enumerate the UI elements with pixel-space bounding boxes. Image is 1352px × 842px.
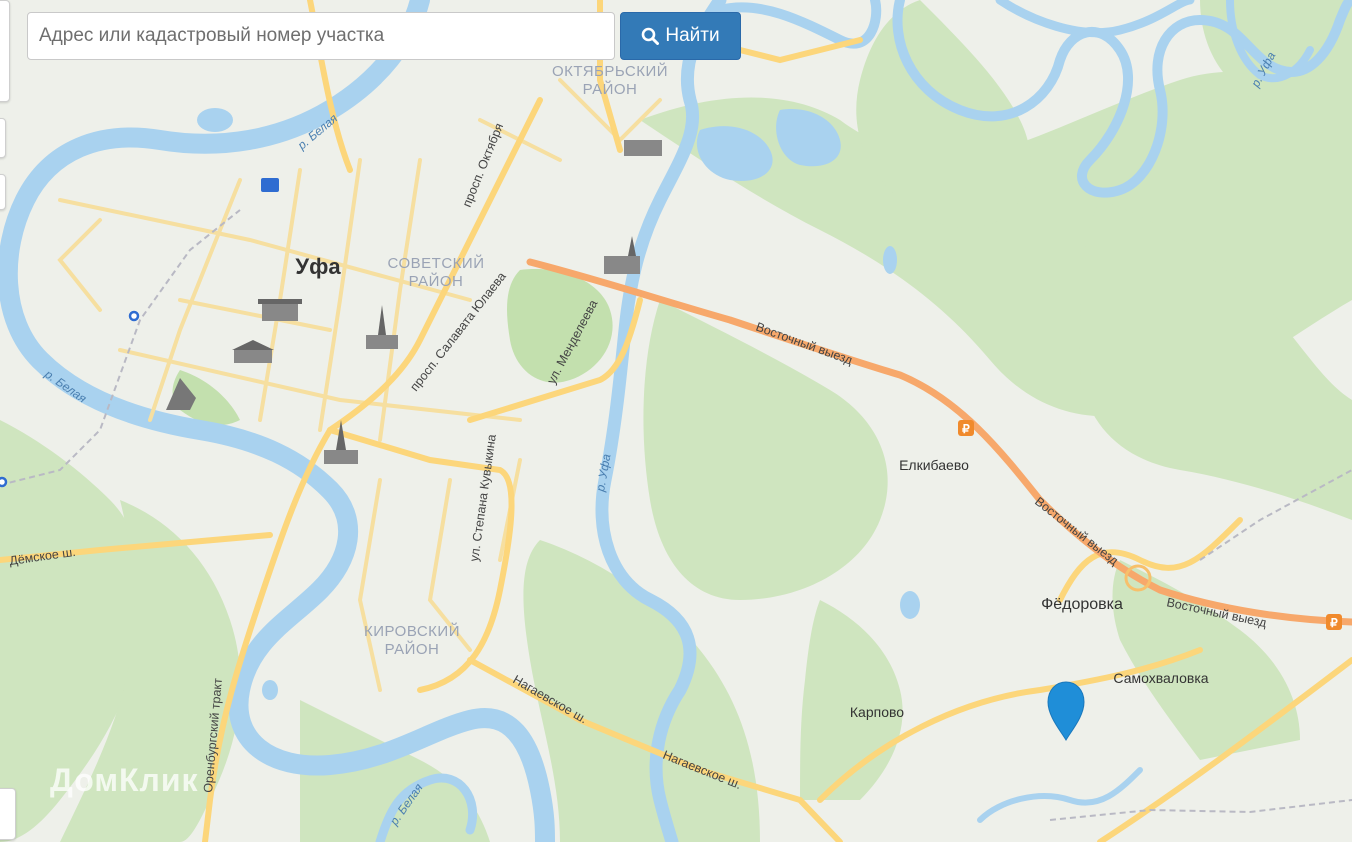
search-button-label: Найти — [665, 25, 720, 46]
building-icon — [624, 140, 662, 156]
place-label[interactable]: Самохваловка — [1113, 670, 1208, 686]
district-label: ОКТЯБРЬСКИЙ — [552, 62, 668, 80]
place-label[interactable]: Карпово — [850, 704, 904, 720]
toll-symbol: ₽ — [962, 422, 970, 436]
toll-symbol: ₽ — [1330, 616, 1338, 630]
district-label: РАЙОН — [409, 272, 464, 290]
map-control-button[interactable] — [0, 118, 6, 158]
map-canvas[interactable]: ОКТЯБРЬСКИЙ РАЙОН СОВЕТСКИЙ РАЙОН КИРОВС… — [0, 0, 1352, 842]
search-button[interactable]: Найти — [620, 12, 741, 60]
watermark-logo: ДомКлик — [50, 762, 199, 798]
toll-marker[interactable]: ₽ — [1326, 614, 1342, 630]
district-label: СОВЕТСКИЙ — [388, 254, 485, 272]
place-label[interactable]: Елкибаево — [899, 457, 969, 473]
zoom-control[interactable] — [0, 0, 10, 102]
theatre-icon — [258, 299, 302, 321]
place-label[interactable]: Фёдоровка — [1041, 596, 1123, 613]
map-control-button[interactable] — [0, 174, 6, 210]
map-control-button[interactable] — [0, 788, 16, 840]
city-label[interactable]: Уфа — [295, 254, 341, 279]
toll-marker[interactable]: ₽ — [958, 420, 974, 436]
search-bar: Найти — [27, 12, 742, 62]
district-label: РАЙОН — [583, 80, 638, 98]
district-label: КИРОВСКИЙ — [364, 622, 460, 640]
district-label: РАЙОН — [385, 640, 440, 658]
search-icon — [642, 27, 660, 45]
search-input[interactable] — [27, 12, 615, 60]
